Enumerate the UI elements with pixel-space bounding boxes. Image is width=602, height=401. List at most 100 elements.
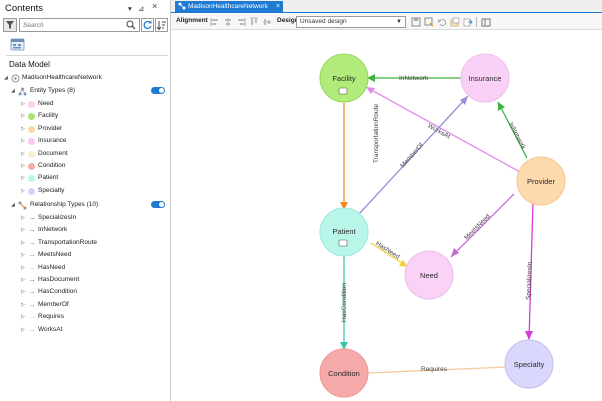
expand-triangle-icon[interactable]: ▷ xyxy=(21,286,25,298)
tab-label: MadisonHealthcareNetwork xyxy=(188,3,268,10)
node-insurance[interactable]: Insurance xyxy=(460,53,510,103)
close-pane-icon[interactable]: × xyxy=(152,2,157,11)
expand-triangle-icon[interactable]: ▷ xyxy=(21,135,25,147)
align-left-icon[interactable] xyxy=(210,17,220,27)
filter-button[interactable] xyxy=(3,18,17,32)
expand-triangle-icon[interactable]: ▷ xyxy=(21,274,25,286)
entity-row-document[interactable]: ▷ Document xyxy=(0,148,170,160)
edge-in-network-insurance-facility[interactable]: InNetwork xyxy=(367,74,462,82)
entity-color-swatch-icon xyxy=(28,113,35,121)
node-patient[interactable]: Patient xyxy=(319,207,369,257)
expand-triangle-icon[interactable]: ▷ xyxy=(21,324,25,336)
close-tab-icon[interactable]: × xyxy=(276,1,280,13)
relationship-type-label: WorksAt xyxy=(38,325,63,333)
edge-label: HasNeed xyxy=(374,240,401,261)
expand-triangle-icon[interactable]: ▷ xyxy=(21,224,25,236)
save-as-icon[interactable] xyxy=(424,17,434,27)
align-center-icon[interactable] xyxy=(223,17,233,27)
expand-triangle-icon[interactable]: ▷ xyxy=(21,172,25,184)
relationship-types-toggle[interactable] xyxy=(151,201,165,208)
tab-madison-healthcare-network[interactable]: MadisonHealthcareNetwork × xyxy=(175,1,283,13)
edge-works-at-provider-facility[interactable]: WorksAt xyxy=(365,86,521,173)
expand-triangle-icon[interactable]: ◢ xyxy=(4,72,8,84)
edge-has-need-patient-need[interactable]: HasNeed xyxy=(370,240,409,268)
expand-triangle-icon[interactable]: ▷ xyxy=(21,98,25,110)
entity-type-label: Specialty xyxy=(38,186,65,194)
tree-relationship-types[interactable]: ◢ Relationship Types (10) xyxy=(0,199,170,211)
edge-requires-condition-specialty[interactable]: Requires xyxy=(367,366,508,374)
expand-triangle-icon[interactable]: ▷ xyxy=(21,123,25,135)
edge-in-network-provider-insurance[interactable]: InNetwork xyxy=(497,101,528,159)
relationship-row-memberof[interactable]: ▷ → MemberOf xyxy=(0,299,170,311)
align-middle-icon[interactable] xyxy=(262,17,272,27)
chevron-down-icon: ▼ xyxy=(396,19,402,25)
expand-triangle-icon[interactable]: ▷ xyxy=(21,249,25,261)
relationship-arrow-icon: → xyxy=(28,213,36,222)
import-design-icon[interactable] xyxy=(450,17,460,27)
expand-triangle-icon[interactable]: ◢ xyxy=(11,199,15,211)
entity-types-toggle[interactable] xyxy=(151,87,165,94)
data-model-graph[interactable]: InNetwork InNetwork WorksAt MemberOf Tra xyxy=(171,31,602,401)
entity-row-need[interactable]: ▷ Need xyxy=(0,98,170,110)
expand-triangle-icon[interactable]: ▷ xyxy=(21,237,25,249)
expand-triangle-icon[interactable]: ▷ xyxy=(21,185,25,197)
design-canvas[interactable]: InNetwork InNetwork WorksAt MemberOf Tra xyxy=(171,31,602,401)
entity-color-swatch-icon xyxy=(28,101,35,108)
expand-triangle-icon[interactable]: ▷ xyxy=(21,299,25,311)
entity-color-swatch-icon xyxy=(28,187,35,195)
relationship-row-hascondition[interactable]: ▷ → HasCondition xyxy=(0,286,170,298)
search-box[interactable] xyxy=(19,18,140,32)
save-icon[interactable] xyxy=(411,17,421,27)
edge-label: InNetwork xyxy=(399,75,429,82)
pane-options-icon[interactable]: ▾ xyxy=(128,4,132,13)
entity-row-specialty[interactable]: ▷ Specialty xyxy=(0,185,170,197)
entity-row-condition[interactable]: ▷ Condition xyxy=(0,160,170,172)
design-select[interactable]: Unsaved design ▼ xyxy=(296,16,406,28)
entity-row-insurance[interactable]: ▷ Insurance xyxy=(0,135,170,147)
edge-transportation-route-patient-facility[interactable]: TransportationRoute xyxy=(340,103,380,210)
entity-row-patient[interactable]: ▷ Patient xyxy=(0,172,170,184)
expand-triangle-icon[interactable]: ▷ xyxy=(21,212,25,224)
search-icon[interactable] xyxy=(126,20,136,30)
entity-row-provider[interactable]: ▷ Provider xyxy=(0,123,170,135)
align-right-icon[interactable] xyxy=(236,17,246,27)
tree-network-root[interactable]: ◢ MadisonHealthcareNetwork xyxy=(0,72,170,84)
refresh-button[interactable] xyxy=(141,18,154,32)
sort-button[interactable] xyxy=(155,18,168,32)
expand-triangle-icon[interactable]: ▷ xyxy=(21,148,25,160)
node-facility[interactable]: Facility xyxy=(319,53,369,103)
expand-triangle-icon[interactable]: ◢ xyxy=(11,85,15,97)
pin-icon[interactable]: ⊿ xyxy=(138,4,144,13)
edge-has-condition-patient-condition[interactable]: HasCondition xyxy=(340,255,348,350)
relationship-row-requires[interactable]: ▷ → Requires xyxy=(0,311,170,323)
relationship-row-worksat[interactable]: ▷ → WorksAt xyxy=(0,324,170,336)
expand-triangle-icon[interactable]: ▷ xyxy=(21,110,25,122)
toolbar-separator xyxy=(476,17,477,27)
relationship-row-hasneed[interactable]: ▷ → HasNeed xyxy=(0,262,170,274)
layout-panel-icon[interactable] xyxy=(481,17,491,27)
relationship-row-transportationroute[interactable]: ▷ → TransportationRoute xyxy=(0,237,170,249)
expand-triangle-icon[interactable]: ▷ xyxy=(21,262,25,274)
relationship-row-meetsneed[interactable]: ▷ → MeetsNeed xyxy=(0,249,170,261)
expand-triangle-icon[interactable]: ▷ xyxy=(21,311,25,323)
edge-label: MeetsNeed xyxy=(463,213,492,242)
undo-icon[interactable] xyxy=(437,17,447,27)
edge-label: Requires xyxy=(421,366,448,373)
relationship-row-innetwork[interactable]: ▷ → InNetwork xyxy=(0,224,170,236)
relationship-row-specializesin[interactable]: ▷ → SpecializesIn xyxy=(0,212,170,224)
relationship-row-hasdocument[interactable]: ▷ → HasDocument xyxy=(0,274,170,286)
node-specialty[interactable]: Specialty xyxy=(504,339,554,389)
tree-entity-types[interactable]: ◢ Entity Types (8) xyxy=(0,85,170,97)
entity-row-facility[interactable]: ▷ Facility xyxy=(0,110,170,122)
node-need[interactable]: Need xyxy=(404,250,454,300)
link-chart-icon xyxy=(178,2,186,10)
node-provider[interactable]: Provider xyxy=(516,156,566,206)
expand-triangle-icon[interactable]: ▷ xyxy=(21,160,25,172)
edge-specializes-in-provider-specialty[interactable]: SpecializesIn xyxy=(525,201,534,341)
search-input[interactable] xyxy=(20,19,120,31)
export-design-icon[interactable] xyxy=(463,17,473,27)
node-condition[interactable]: Condition xyxy=(319,348,369,398)
edge-meets-need-provider-need[interactable]: MeetsNeed xyxy=(450,193,515,258)
filter-icon xyxy=(6,21,14,29)
align-top-icon[interactable] xyxy=(249,17,259,27)
